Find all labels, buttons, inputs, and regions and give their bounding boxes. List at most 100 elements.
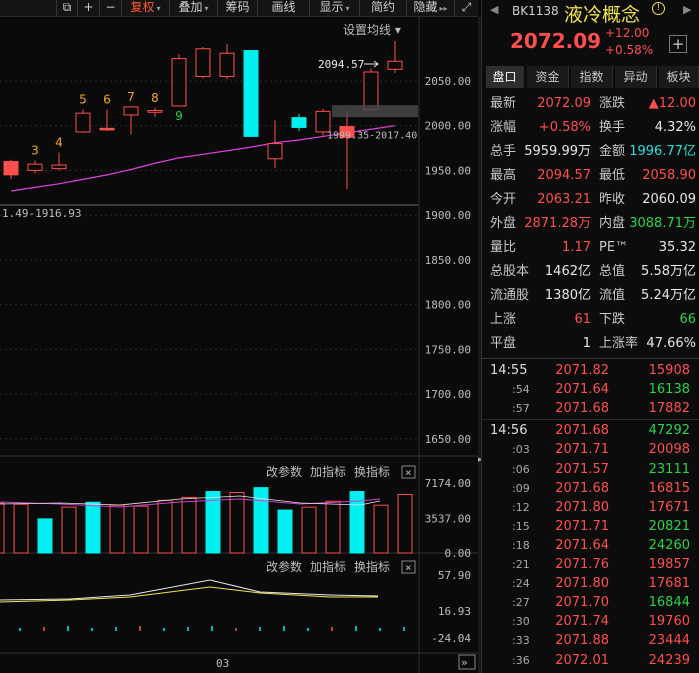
info-icon[interactable]: ! bbox=[652, 2, 665, 15]
minus-icon[interactable]: − bbox=[99, 0, 121, 16]
tick-row: :57 2071.68 17882 bbox=[482, 399, 699, 418]
divider bbox=[482, 358, 699, 359]
toolbar-overlay-button[interactable]: 叠加 ▾ bbox=[169, 0, 217, 16]
tick-volume: 17882 bbox=[648, 401, 690, 417]
tab-pankou[interactable]: 盘口 bbox=[486, 66, 524, 88]
stat-label: 外盘 bbox=[490, 216, 517, 231]
price-tick-label: 2050.00 bbox=[425, 75, 471, 88]
tick-volume: 20821 bbox=[648, 518, 690, 534]
tick-row: :27 2071.70 16844 bbox=[482, 593, 699, 612]
stat-label: 最新 bbox=[490, 96, 517, 111]
stat-label: 量比 bbox=[490, 240, 517, 255]
tick-row: :36 2072.01 24239 bbox=[482, 651, 699, 670]
stat-label: 总手 bbox=[490, 144, 517, 159]
stat-value: 1.17 bbox=[562, 240, 591, 255]
tab-movement[interactable]: 异动 bbox=[615, 66, 657, 88]
tick-row: 14:55 2071.82 15908 bbox=[482, 361, 699, 380]
tick-volume: 24239 bbox=[648, 652, 690, 668]
stat-value: 1380亿 bbox=[544, 288, 591, 303]
prev-arrow-icon[interactable]: ◀ bbox=[490, 3, 498, 16]
toolbar-fuquan-button[interactable]: 复权 ▾ bbox=[121, 0, 169, 16]
price-tick-label: 1800.00 bbox=[425, 299, 471, 312]
toolbar-hide-button[interactable]: 隐藏 ▸▸ bbox=[406, 0, 454, 16]
candle-body bbox=[27, 163, 43, 171]
copy-icon[interactable]: ⧉ bbox=[56, 0, 77, 16]
candle-body bbox=[51, 164, 67, 170]
stat-label: 最低 bbox=[599, 168, 626, 183]
tick-time: 14:55 bbox=[490, 363, 528, 378]
add-watchlist-button[interactable]: + bbox=[669, 35, 687, 53]
tick-volume: 24260 bbox=[648, 537, 690, 553]
toolbar-draw-button[interactable]: 画线 bbox=[257, 0, 309, 16]
stat-value: 2058.90 bbox=[642, 168, 696, 183]
quote-row: 最新 2072.09 涨跌 ▲12.00 bbox=[482, 92, 699, 116]
stat-label: 最高 bbox=[490, 168, 517, 183]
tick-volume: 23444 bbox=[648, 633, 690, 649]
range-highlight bbox=[332, 105, 418, 118]
price-tick-label: 1850.00 bbox=[425, 254, 471, 267]
volume-bar bbox=[325, 500, 341, 554]
volume-bar bbox=[61, 506, 77, 554]
next-arrow-icon[interactable]: ▶ bbox=[683, 3, 691, 16]
quote-row: 量比 1.17 PE™ 35.32 bbox=[482, 236, 699, 260]
tick-row: :21 2071.76 19857 bbox=[482, 555, 699, 574]
price-tick-label: 1700.00 bbox=[425, 388, 471, 401]
tick-row: :24 2071.80 17681 bbox=[482, 574, 699, 593]
quote-row: 总股本 1462亿 总值 5.58万亿 bbox=[482, 260, 699, 284]
volume-tick-label: 7174.00 bbox=[425, 477, 471, 490]
tab-index[interactable]: 指数 bbox=[571, 66, 613, 88]
tick-volume: 17671 bbox=[648, 499, 690, 515]
volume-tick-label: 3537.00 bbox=[425, 512, 471, 525]
close-pane-icon: × bbox=[405, 466, 412, 479]
stat-label: 流通股 bbox=[490, 288, 530, 303]
tick-price: 2072.01 bbox=[555, 670, 609, 673]
candle-body bbox=[243, 50, 259, 137]
quote-row: 上涨 61 下跌 66 bbox=[482, 308, 699, 332]
tick-volume: 19760 bbox=[648, 614, 690, 630]
tick-price: 2071.64 bbox=[555, 537, 609, 553]
stat-value: 5.58万亿 bbox=[641, 264, 696, 279]
quote-row: 最高 2094.57 最低 2058.90 bbox=[482, 164, 699, 188]
quote-row: 平盘 1 上涨率 47.66% bbox=[482, 332, 699, 356]
tick-row: :15 2071.71 20821 bbox=[482, 517, 699, 536]
quote-row: 今开 2063.21 昨收 2060.09 bbox=[482, 188, 699, 212]
tick-volume: 20098 bbox=[648, 442, 690, 458]
toolbar-chips-button[interactable]: 筹码 bbox=[217, 0, 257, 16]
tick-price: 2071.68 bbox=[555, 423, 609, 439]
tick-time: :15 bbox=[512, 519, 530, 533]
volume-bar bbox=[397, 493, 413, 554]
stat-label: 下跌 bbox=[599, 312, 626, 327]
indicator-tick-label: 57.90 bbox=[438, 569, 471, 582]
index-name: 液冷概念 bbox=[564, 4, 641, 26]
tab-funds[interactable]: 资金 bbox=[527, 66, 569, 88]
volume-bar bbox=[253, 487, 269, 554]
td-count-label: 8 bbox=[151, 91, 159, 105]
stat-value: 5959.99万 bbox=[524, 144, 591, 159]
candle-body bbox=[195, 48, 211, 77]
tick-row: :33 2071.88 23444 bbox=[482, 631, 699, 650]
toolbar-display-button[interactable]: 显示 ▾ bbox=[309, 0, 359, 16]
last-price: 2072.09 bbox=[510, 29, 602, 53]
candle-body bbox=[147, 109, 163, 113]
volume-bar bbox=[229, 492, 245, 554]
low-annotation: 1.49-1916.93 bbox=[2, 207, 81, 220]
price-tick-label: 1750.00 bbox=[425, 343, 471, 356]
tick-time: :24 bbox=[512, 577, 530, 591]
quote-panel: ◀ BK1138 液冷概念 ! ▶ 2072.09 +12.00 +0.58% … bbox=[481, 0, 699, 673]
stat-value: 66 bbox=[679, 312, 696, 327]
plus-icon[interactable]: + bbox=[77, 0, 99, 16]
kline-chart[interactable]: 2050.00 2000.00 1950.00 1900.00 1850.00 1800.… bbox=[0, 17, 478, 673]
tick-time: 14:56 bbox=[490, 423, 528, 439]
candle-body bbox=[315, 110, 331, 133]
tick-volume: 16138 bbox=[648, 382, 690, 398]
tick-volume: 16815 bbox=[648, 480, 690, 496]
toolbar-simple-button[interactable]: 简约 bbox=[359, 0, 406, 16]
expand-icon[interactable]: ⤢ bbox=[454, 0, 478, 16]
candle-body bbox=[291, 117, 307, 128]
stat-label: 换手 bbox=[599, 120, 626, 135]
quote-row: 流通股 1380亿 流值 5.24万亿 bbox=[482, 284, 699, 308]
tick-volume: 23111 bbox=[648, 461, 690, 477]
candle-body bbox=[99, 127, 115, 131]
candle-body bbox=[387, 60, 403, 70]
tab-sector[interactable]: 板块 bbox=[659, 66, 699, 88]
